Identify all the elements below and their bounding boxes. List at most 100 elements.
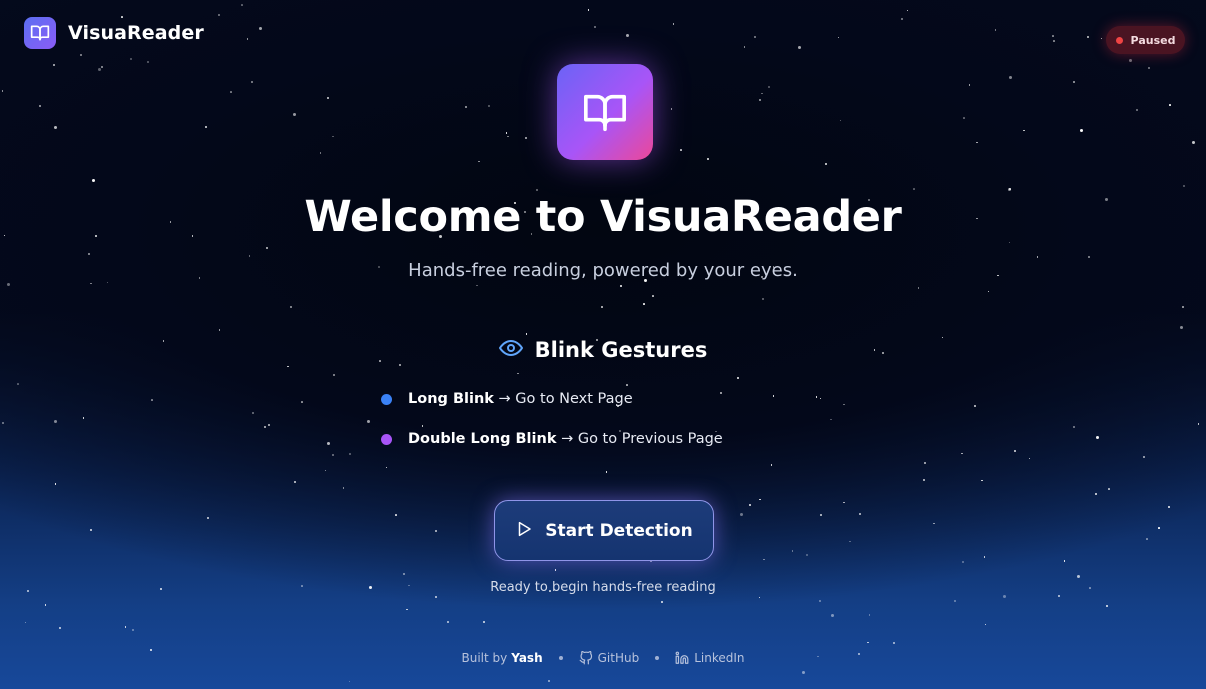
star xyxy=(917,287,920,289)
star xyxy=(205,126,208,129)
gesture-item: Double Long Blink → Go to Previous Page xyxy=(381,431,723,447)
star xyxy=(1167,505,1170,508)
footer-separator xyxy=(655,656,660,660)
linkedin-label: LinkedIn xyxy=(694,651,745,665)
star xyxy=(395,514,397,516)
star xyxy=(421,425,424,427)
star xyxy=(1053,40,1055,42)
star xyxy=(132,628,135,631)
star xyxy=(1,421,4,424)
star xyxy=(801,670,805,674)
star xyxy=(554,569,557,571)
gesture-name: Long Blink xyxy=(408,391,494,407)
star xyxy=(825,162,827,165)
star xyxy=(1136,108,1139,111)
gestures-title: Blink Gestures xyxy=(534,338,708,362)
star xyxy=(594,25,596,28)
star xyxy=(246,38,249,40)
star xyxy=(805,553,808,556)
star xyxy=(319,152,321,154)
star xyxy=(24,621,27,624)
star xyxy=(961,452,963,455)
star xyxy=(720,392,723,395)
star xyxy=(923,479,926,482)
star xyxy=(1095,492,1098,495)
star xyxy=(1002,594,1006,598)
star xyxy=(652,295,654,297)
star xyxy=(1052,35,1054,37)
star xyxy=(1143,456,1145,459)
star xyxy=(385,466,388,469)
star xyxy=(342,487,344,489)
star xyxy=(90,282,92,285)
star xyxy=(661,601,664,604)
star xyxy=(1023,129,1025,132)
star xyxy=(994,29,997,31)
footer: Built by Yash GitHub LinkedIn xyxy=(0,651,1206,665)
star xyxy=(1182,184,1185,187)
star xyxy=(98,68,102,72)
status-badge: Paused xyxy=(1106,26,1185,54)
star xyxy=(218,329,221,331)
star xyxy=(1063,560,1066,562)
star xyxy=(54,419,58,423)
star xyxy=(54,483,57,485)
star xyxy=(1146,538,1148,540)
star xyxy=(248,255,250,257)
star xyxy=(670,108,673,110)
star xyxy=(839,119,842,122)
star xyxy=(218,14,221,16)
star xyxy=(849,540,851,543)
star xyxy=(1036,256,1039,258)
star xyxy=(1169,104,1171,106)
star xyxy=(1,90,4,92)
star xyxy=(332,135,334,138)
start-detection-button[interactable]: Start Detection xyxy=(494,500,714,561)
star xyxy=(984,623,987,626)
star xyxy=(482,621,485,624)
status-label: Paused xyxy=(1130,33,1176,47)
star xyxy=(250,80,253,83)
star xyxy=(535,188,538,191)
star xyxy=(974,404,977,407)
star xyxy=(1057,595,1060,598)
star xyxy=(953,600,956,603)
star xyxy=(680,149,682,151)
play-icon xyxy=(515,520,533,542)
star xyxy=(106,281,109,284)
page-subtitle: Hands-free reading, powered by your eyes… xyxy=(408,260,798,281)
linkedin-icon xyxy=(675,651,689,664)
star xyxy=(476,284,478,287)
star xyxy=(517,372,519,375)
star xyxy=(524,136,527,139)
star xyxy=(1008,76,1012,80)
star xyxy=(1080,128,1084,132)
star xyxy=(258,26,262,30)
star xyxy=(672,23,675,25)
linkedin-link[interactable]: LinkedIn xyxy=(675,651,745,665)
page-title: Welcome to VisuaReader xyxy=(304,192,902,242)
star xyxy=(207,516,210,519)
brand[interactable]: VisuaReader xyxy=(24,17,204,49)
star xyxy=(1014,450,1017,453)
star xyxy=(87,252,90,255)
star xyxy=(791,550,794,552)
star xyxy=(626,33,630,37)
star xyxy=(101,66,104,69)
hero-book-open-icon xyxy=(557,64,653,160)
star xyxy=(605,471,608,473)
star xyxy=(505,132,508,134)
book-open-icon xyxy=(24,17,56,49)
star xyxy=(758,98,761,101)
star xyxy=(843,501,845,504)
star xyxy=(230,91,232,93)
star xyxy=(620,285,623,288)
star xyxy=(601,305,604,308)
bullet-dot-icon xyxy=(381,433,392,445)
star xyxy=(587,9,589,11)
star xyxy=(38,105,41,108)
gesture-action: → Go to Next Page xyxy=(493,391,633,407)
star xyxy=(124,626,127,628)
github-link[interactable]: GitHub xyxy=(579,651,639,665)
star xyxy=(815,396,818,398)
